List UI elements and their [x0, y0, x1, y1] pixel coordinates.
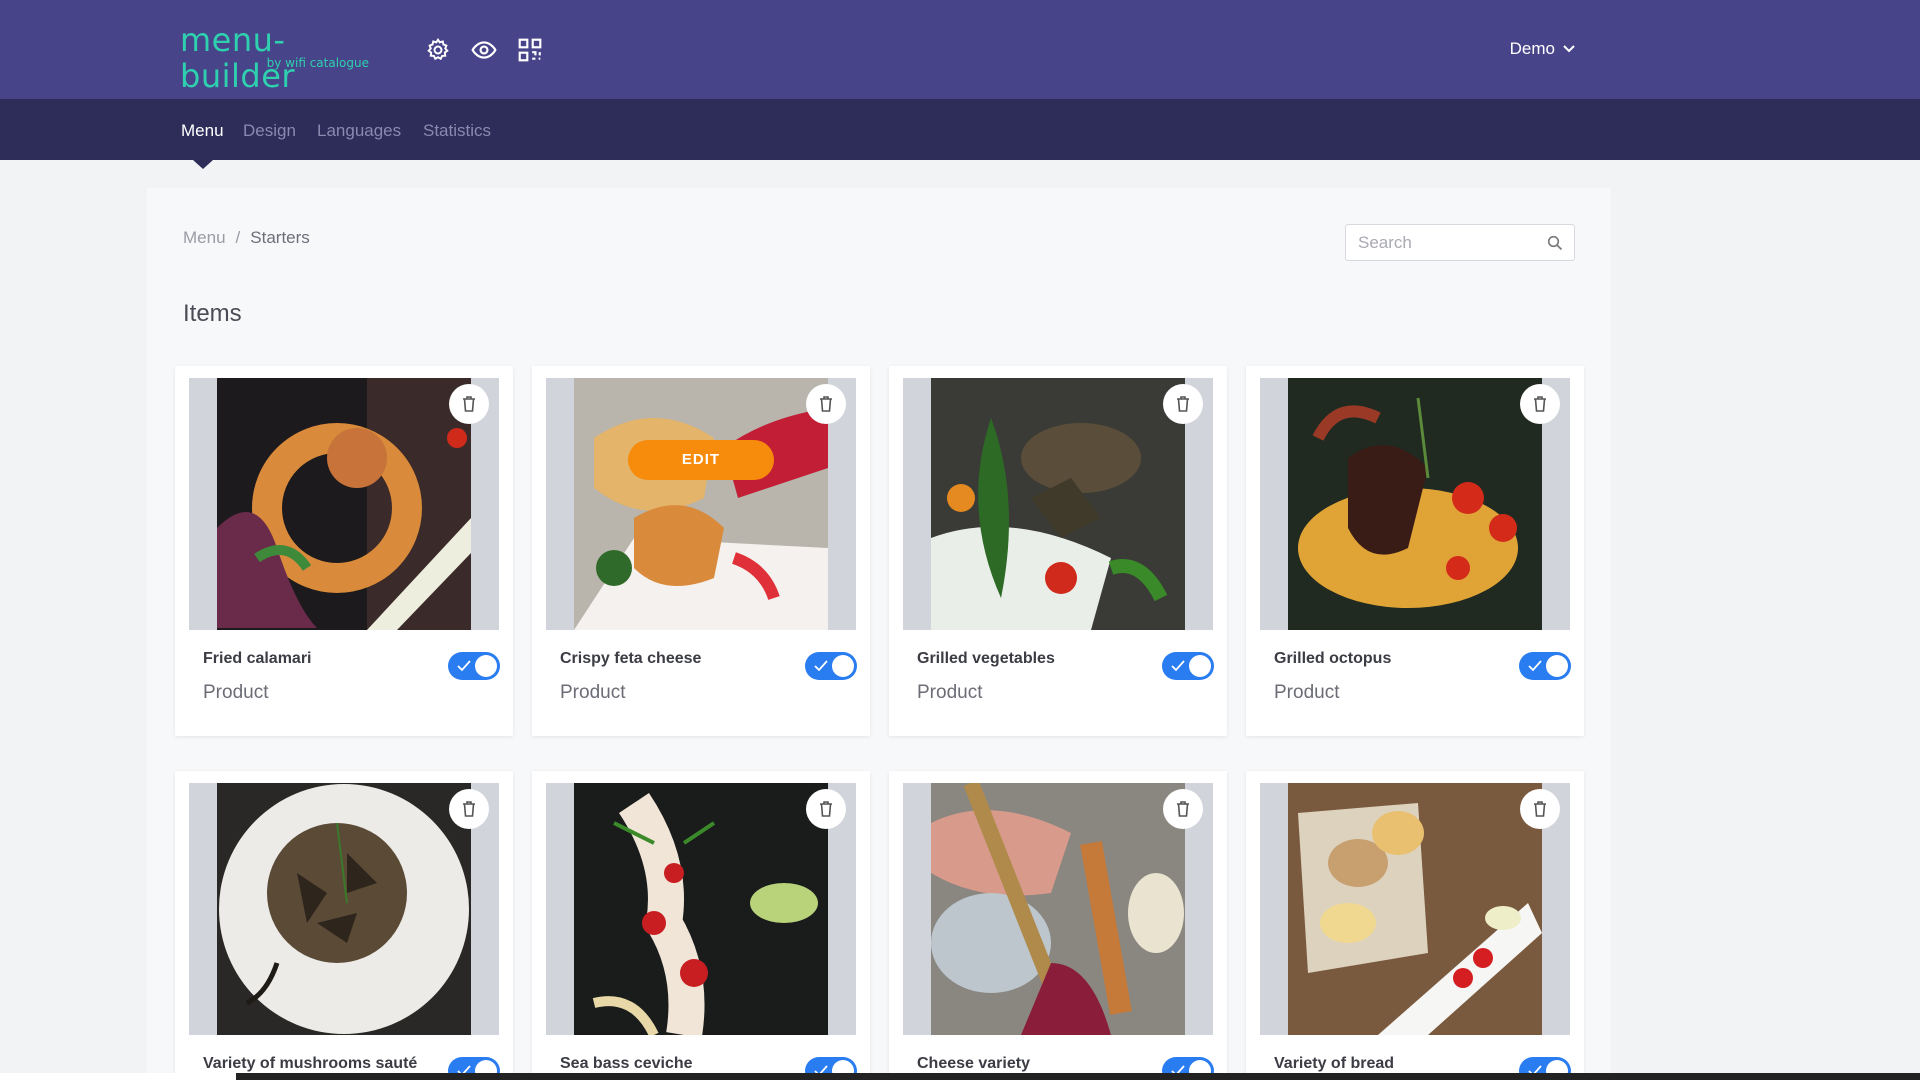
item-image[interactable] [1260, 783, 1570, 1035]
tab-languages[interactable]: Languages [317, 121, 401, 141]
breadcrumb-separator: / [235, 228, 241, 247]
search-icon[interactable] [1547, 235, 1563, 251]
eye-icon[interactable] [471, 37, 497, 63]
item-type: Product [560, 682, 626, 703]
item-type: Product [917, 682, 983, 703]
item-card[interactable]: EDIT Crispy feta cheese Product [532, 366, 870, 736]
tab-statistics[interactable]: Statistics [423, 121, 491, 141]
item-card[interactable]: Sea bass ceviche [532, 771, 870, 1080]
item-card[interactable]: Variety of mushrooms sauté [175, 771, 513, 1080]
delete-button[interactable] [449, 789, 489, 829]
delete-button[interactable] [449, 384, 489, 424]
item-image[interactable] [903, 378, 1213, 630]
item-image[interactable] [189, 378, 499, 630]
item-image[interactable] [546, 783, 856, 1035]
content-panel: Menu / Starters Items Fried [147, 188, 1611, 1080]
item-visibility-toggle[interactable] [805, 652, 857, 680]
toggle-knob [1546, 655, 1568, 677]
item-visibility-toggle[interactable] [1519, 652, 1571, 680]
delete-button[interactable] [806, 789, 846, 829]
user-menu[interactable]: Demo [1510, 39, 1575, 59]
item-name: Variety of bread [1274, 1055, 1395, 1072]
item-name: Sea bass ceviche [560, 1055, 693, 1072]
trash-icon [1177, 396, 1189, 412]
active-tab-indicator [193, 160, 213, 169]
trash-icon [1534, 396, 1546, 412]
item-card[interactable]: Grilled octopus Product [1246, 366, 1584, 736]
edit-button[interactable]: EDIT [628, 440, 774, 480]
toggle-knob [1189, 655, 1211, 677]
food-photo [1288, 378, 1542, 630]
delete-button[interactable] [1520, 789, 1560, 829]
trash-icon [820, 396, 832, 412]
food-photo [217, 378, 471, 630]
check-icon [457, 660, 471, 672]
logo[interactable]: menu-builder by wifi catalogue [180, 22, 375, 94]
tab-menu[interactable]: Menu [181, 121, 224, 141]
food-photo [931, 378, 1185, 630]
item-name: Fried calamari [203, 650, 312, 667]
search-box [1345, 224, 1575, 261]
items-heading: Items [183, 300, 242, 327]
food-photo [1288, 783, 1542, 1035]
food-photo [217, 783, 471, 1035]
gear-icon[interactable] [425, 37, 451, 63]
delete-button[interactable] [1163, 384, 1203, 424]
item-name: Grilled vegetables [917, 650, 1055, 667]
toggle-knob [832, 655, 854, 677]
item-image[interactable]: EDIT [546, 378, 856, 630]
item-name: Variety of mushrooms sauté [203, 1055, 418, 1072]
item-card[interactable]: Fried calamari Product [175, 366, 513, 736]
item-name: Cheese variety [917, 1055, 1030, 1072]
breadcrumb-current: Starters [250, 228, 310, 247]
item-card[interactable]: Variety of bread [1246, 771, 1584, 1080]
chevron-down-icon [1563, 45, 1575, 53]
delete-button[interactable] [1163, 789, 1203, 829]
check-icon [1171, 660, 1185, 672]
item-visibility-toggle[interactable] [1162, 652, 1214, 680]
item-image[interactable] [189, 783, 499, 1035]
item-card[interactable]: Grilled vegetables Product [889, 366, 1227, 736]
item-name: Grilled octopus [1274, 650, 1392, 667]
item-card[interactable]: Cheese variety [889, 771, 1227, 1080]
trash-icon [463, 801, 475, 817]
food-photo [931, 783, 1185, 1035]
qr-code-icon[interactable] [517, 37, 543, 63]
toggle-knob [475, 655, 497, 677]
item-visibility-toggle[interactable] [448, 652, 500, 680]
item-type: Product [203, 682, 269, 703]
item-image[interactable] [1260, 378, 1570, 630]
logo-subtext: by wifi catalogue [266, 56, 369, 70]
trash-icon [820, 801, 832, 817]
breadcrumb-root[interactable]: Menu [183, 228, 226, 248]
check-icon [1528, 660, 1542, 672]
search-input[interactable] [1346, 225, 1536, 260]
breadcrumb: Menu / Starters [183, 228, 310, 248]
item-name: Crispy feta cheese [560, 650, 702, 667]
top-header: menu-builder by wifi catalogue Demo [0, 0, 1920, 99]
delete-button[interactable] [1520, 384, 1560, 424]
item-image[interactable] [903, 783, 1213, 1035]
item-type: Product [1274, 682, 1340, 703]
delete-button[interactable] [806, 384, 846, 424]
section-nav: Menu Design Languages Statistics [0, 99, 1920, 160]
horizontal-scrollbar[interactable] [0, 1073, 1920, 1080]
trash-icon [463, 396, 475, 412]
food-photo [574, 783, 828, 1035]
scrollbar-thumb[interactable] [236, 1073, 1920, 1080]
trash-icon [1534, 801, 1546, 817]
check-icon [814, 660, 828, 672]
food-photo [574, 378, 828, 630]
trash-icon [1177, 801, 1189, 817]
user-label: Demo [1509, 39, 1555, 58]
tab-design[interactable]: Design [243, 121, 296, 141]
